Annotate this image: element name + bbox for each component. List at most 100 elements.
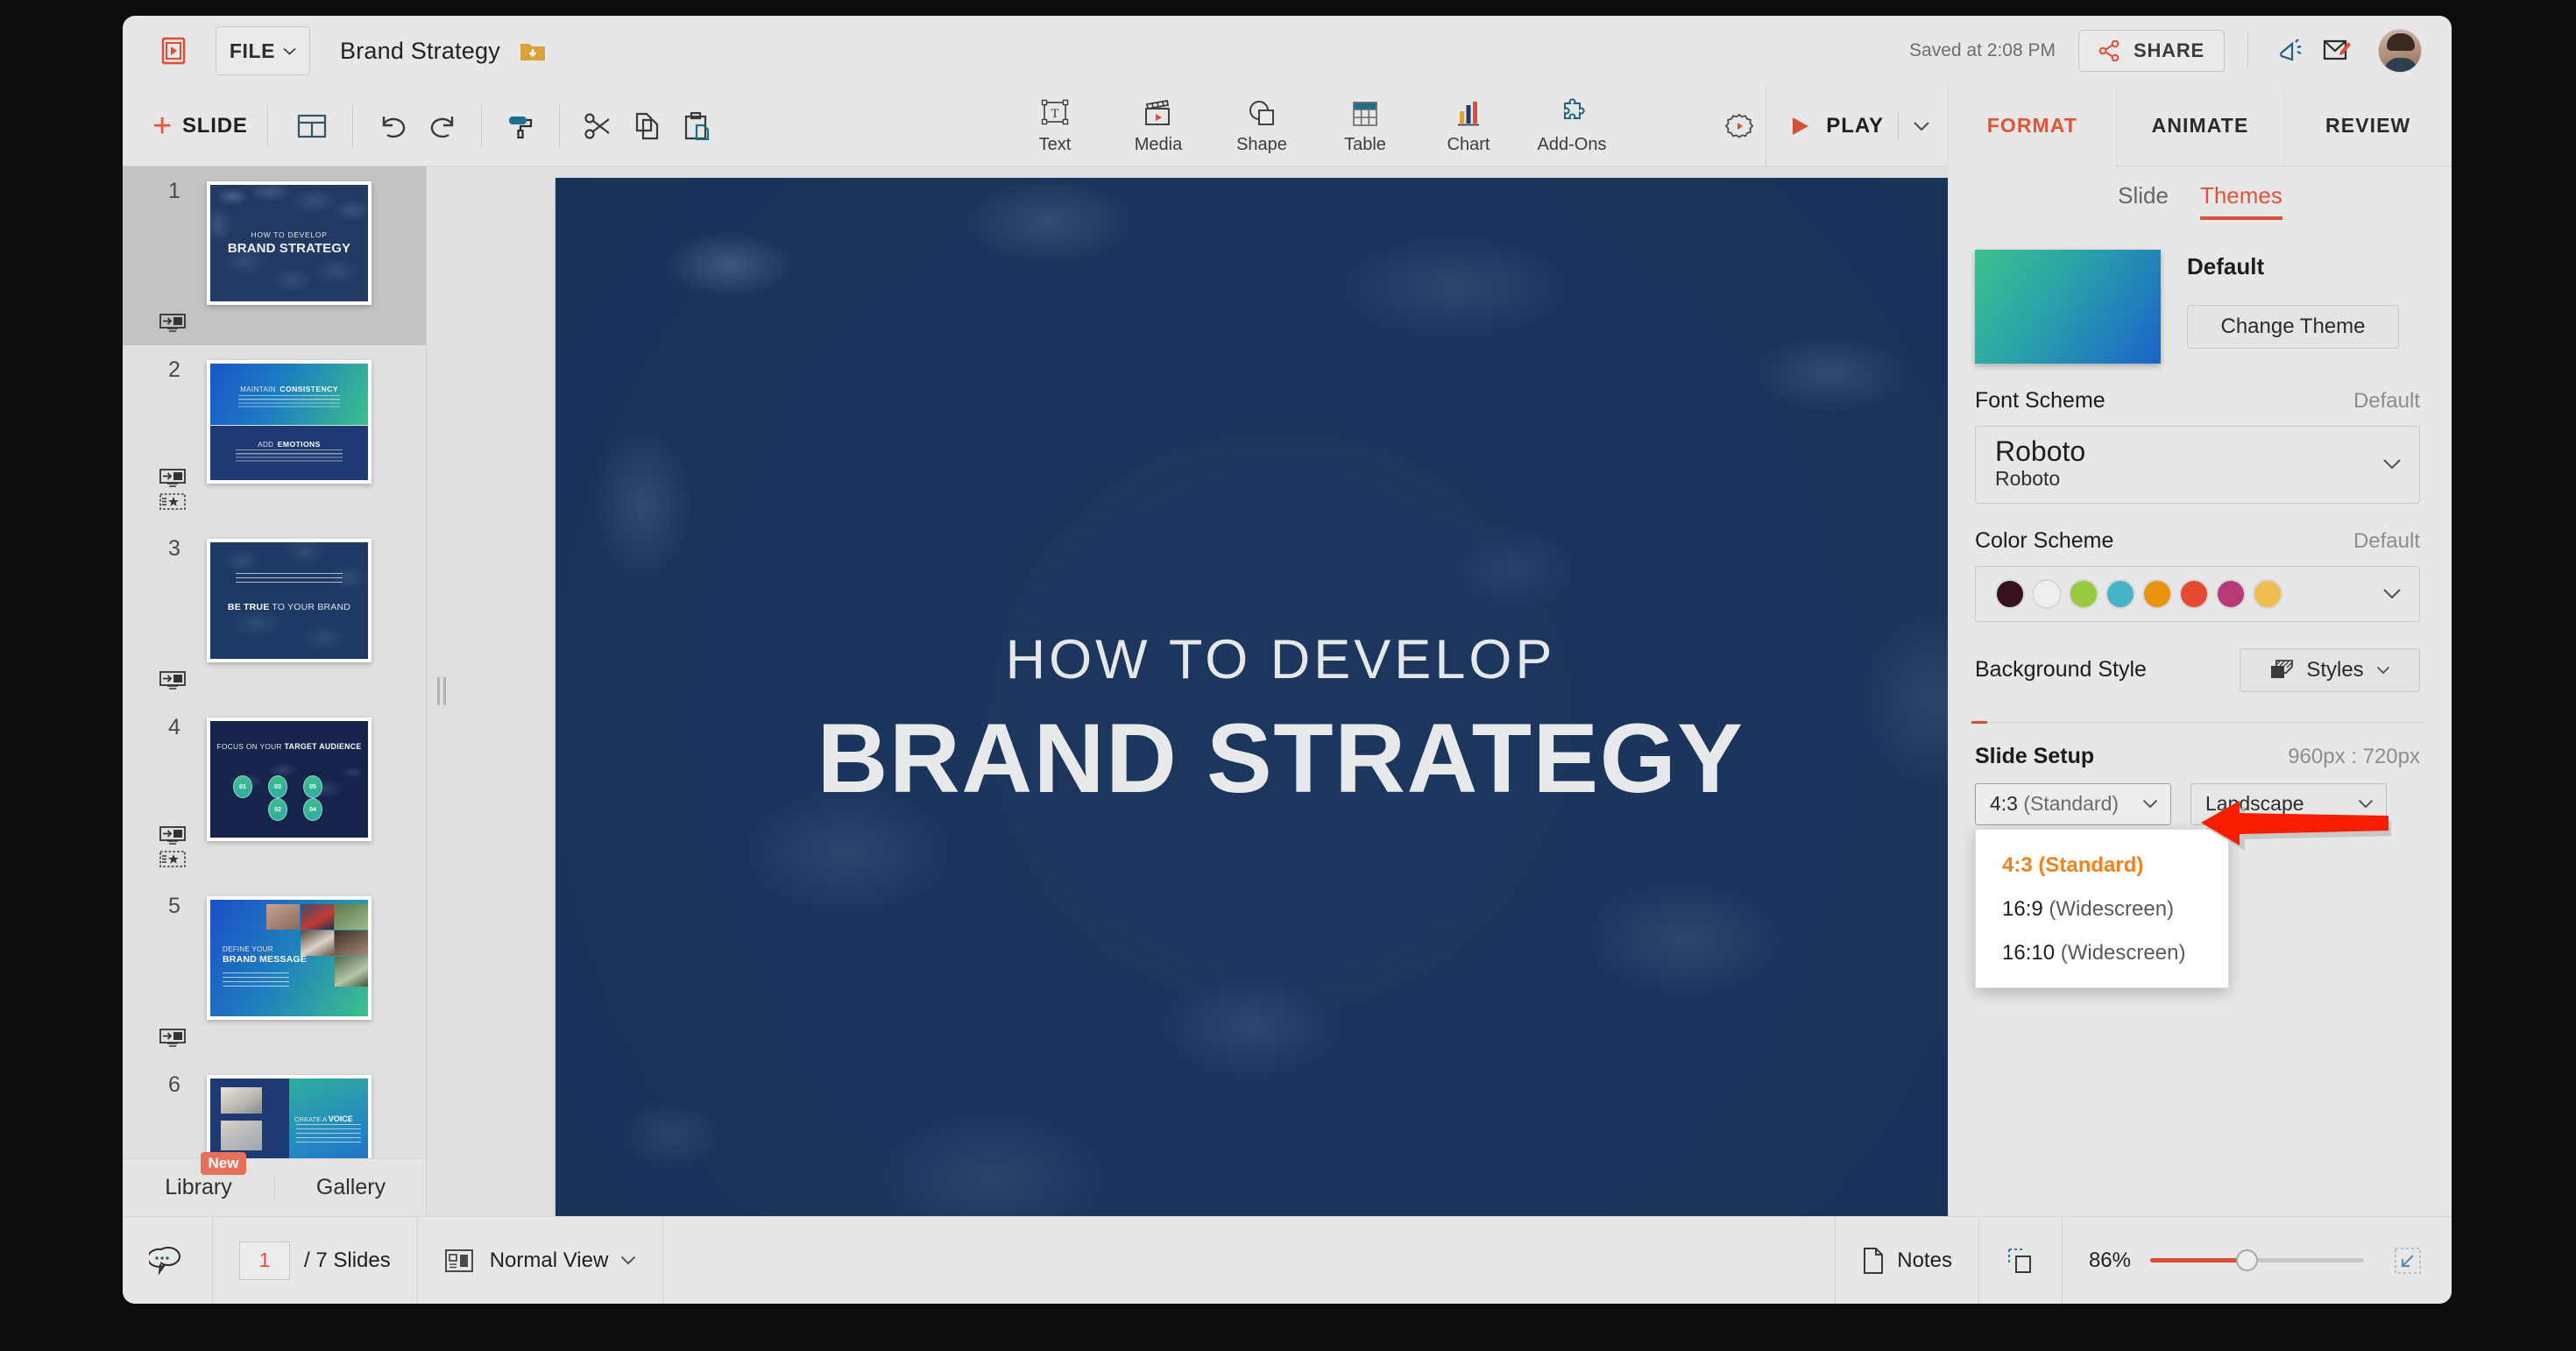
guides-icon: [2007, 1248, 2031, 1273]
gallery-tab[interactable]: Gallery: [274, 1175, 426, 1200]
app-logo-icon[interactable]: [154, 32, 193, 70]
thumb-title: CONSISTENCY: [280, 384, 338, 393]
divider: [351, 105, 353, 146]
document-title[interactable]: Brand Strategy: [340, 38, 500, 65]
slide-subtitle[interactable]: HOW TO DEVELOP: [1006, 628, 1556, 691]
color-swatch-4[interactable]: [2105, 578, 2135, 609]
media-clapperboard-icon: [1145, 99, 1170, 125]
panel-resize-handle[interactable]: [435, 677, 448, 705]
orientation-select[interactable]: Landscape: [2190, 782, 2387, 825]
color-swatch-6[interactable]: [2179, 578, 2209, 609]
tab-review[interactable]: REVIEW: [2283, 86, 2452, 166]
aspect-ratio-value-suffix: (Standard): [2017, 792, 2120, 816]
slide-thumbnail-2[interactable]: 2 MAINTAIN CONSISTENCY ADD EMOTIONS: [123, 345, 426, 524]
tab-review-label: REVIEW: [2325, 114, 2411, 137]
slide-thumbnail-1[interactable]: 1 HOW TO DEVELOP BRAND STRATEGY: [123, 166, 426, 345]
copy-icon[interactable]: [623, 102, 672, 151]
slide-thumbnail-4[interactable]: 4 FOCUS ON YOUR TARGET AUDIENCE 01 02 03…: [123, 703, 426, 881]
feedback-edit-icon[interactable]: [2315, 29, 2359, 73]
svg-text:T: T: [1051, 107, 1058, 121]
slide-setup-section: Slide Setup 960px : 720px 4:3 (Standard)…: [1949, 744, 2452, 988]
aspect-option-4-3[interactable]: 4:3 (Standard): [1976, 844, 2228, 888]
aspect-option-prefix: 4:3: [2002, 852, 2033, 877]
font-scheme-select[interactable]: Roboto Roboto: [1975, 426, 2420, 504]
background-styles-button[interactable]: Styles: [2240, 647, 2420, 692]
sub-tab-slide[interactable]: Slide: [2118, 182, 2169, 220]
slide-badges: [159, 467, 186, 512]
tab-format[interactable]: FORMAT: [1948, 86, 2116, 166]
fit-to-screen-button[interactable]: [2390, 1243, 2425, 1278]
share-button[interactable]: SHARE: [2077, 30, 2225, 72]
undo-icon[interactable]: [369, 102, 418, 151]
format-painter-icon[interactable]: [496, 102, 545, 151]
thumb-subtitle: MAINTAIN: [240, 385, 276, 393]
zoom-control[interactable]: 86%: [2063, 1217, 2452, 1305]
user-avatar[interactable]: [2378, 29, 2422, 73]
library-tab[interactable]: New Library: [123, 1152, 274, 1200]
sub-tab-themes-label: Themes: [2199, 182, 2282, 209]
aspect-option-suffix: (Widescreen): [2042, 896, 2175, 921]
color-swatch-2[interactable]: [2032, 578, 2062, 609]
change-theme-button[interactable]: Change Theme: [2187, 305, 2399, 349]
comments-button[interactable]: [123, 1217, 212, 1305]
tab-animate[interactable]: ANIMATE: [2115, 86, 2284, 166]
sub-tab-themes[interactable]: Themes: [2199, 182, 2282, 220]
node-03: 03: [268, 775, 287, 798]
aspect-ratio-dropdown[interactable]: 4:3 (Standard) 16:9 (Widescreen) 16:10 (…: [1975, 828, 2229, 988]
theme-preview-thumbnail[interactable]: [1975, 250, 2161, 364]
insert-table-label: Table: [1344, 135, 1386, 154]
zoom-slider-knob[interactable]: [2236, 1249, 2258, 1271]
slide-badges: [159, 1027, 186, 1048]
insert-chart-button[interactable]: Chart: [1417, 86, 1520, 166]
transition-icon: [159, 826, 186, 845]
aspect-option-16-9[interactable]: 16:9 (Widescreen): [1976, 888, 2228, 931]
insert-shape-button[interactable]: Shape: [1210, 86, 1313, 166]
color-swatch-8[interactable]: [2253, 578, 2282, 609]
zoom-slider[interactable]: [2150, 1249, 2364, 1271]
node-05: 05: [303, 775, 322, 798]
font-heading-name: Roboto: [1995, 435, 2086, 467]
slide-navigator[interactable]: 1 / 7 Slides: [213, 1217, 417, 1305]
slide-text-block: HOW TO DEVELOP BRAND STRATEGY: [556, 178, 2006, 1265]
status-bar-right: Notes 86%: [1835, 1216, 2452, 1305]
insert-addons-button[interactable]: Add-Ons: [1520, 86, 1624, 166]
color-swatch-1[interactable]: [1995, 578, 2025, 609]
move-to-folder-icon[interactable]: [520, 39, 546, 62]
add-slide-button[interactable]: + SLIDE: [152, 110, 248, 143]
slides-thumbnail-panel[interactable]: 1 HOW TO DEVELOP BRAND STRATEGY 2 MAINTA…: [123, 166, 427, 1216]
theme-row: Default Change Theme: [1949, 220, 2452, 364]
slide-thumbnail-3[interactable]: 3 BE TRUE TO YOUR BRAND: [123, 524, 426, 703]
play-triangle-icon: [1793, 117, 1809, 135]
font-body-name: Roboto: [1995, 466, 2061, 490]
file-menu-button[interactable]: FILE: [216, 26, 310, 75]
active-slide[interactable]: HOW TO DEVELOP BRAND STRATEGY: [556, 178, 2006, 1265]
insert-text-button[interactable]: T Text: [1003, 86, 1107, 166]
color-swatch-5[interactable]: [2142, 578, 2172, 609]
guides-toggle-button[interactable]: [1979, 1217, 2062, 1305]
insert-table-button[interactable]: Table: [1313, 86, 1417, 166]
settings-gear-icon[interactable]: [1713, 100, 1766, 152]
redo-icon[interactable]: [418, 102, 467, 151]
play-button[interactable]: PLAY: [1766, 86, 1948, 166]
slide-thumbnail-5[interactable]: 5 DEFINE YOUR BRAND MESSAGE: [123, 881, 426, 1060]
aspect-ratio-select[interactable]: 4:3 (Standard): [1975, 782, 2171, 825]
announcements-megaphone-icon[interactable]: [2271, 29, 2315, 73]
slide-layout-icon[interactable]: [287, 102, 336, 151]
puzzle-piece-icon: [1564, 98, 1585, 119]
insert-media-button[interactable]: Media: [1107, 86, 1210, 166]
paste-icon[interactable]: [672, 102, 721, 151]
notes-button[interactable]: Notes: [1836, 1217, 1978, 1305]
color-swatch-3[interactable]: [2069, 578, 2098, 609]
aspect-option-suffix: (Widescreen): [2055, 940, 2186, 965]
color-scheme-select[interactable]: [1975, 565, 2420, 622]
chevron-down-icon: [2358, 799, 2374, 809]
cut-scissors-icon[interactable]: [574, 102, 623, 151]
node-02: 02: [268, 798, 287, 821]
chevron-down-icon: [2376, 666, 2389, 674]
slide-title[interactable]: BRAND STRATEGY: [817, 702, 1744, 815]
view-mode-selector[interactable]: Normal View: [418, 1217, 663, 1305]
color-swatch-7[interactable]: [2216, 578, 2246, 609]
current-slide-input[interactable]: 1: [239, 1241, 290, 1280]
aspect-option-16-10[interactable]: 16:10 (Widescreen): [1976, 931, 2228, 975]
slide-preview: MAINTAIN CONSISTENCY ADD EMOTIONS: [207, 360, 372, 484]
